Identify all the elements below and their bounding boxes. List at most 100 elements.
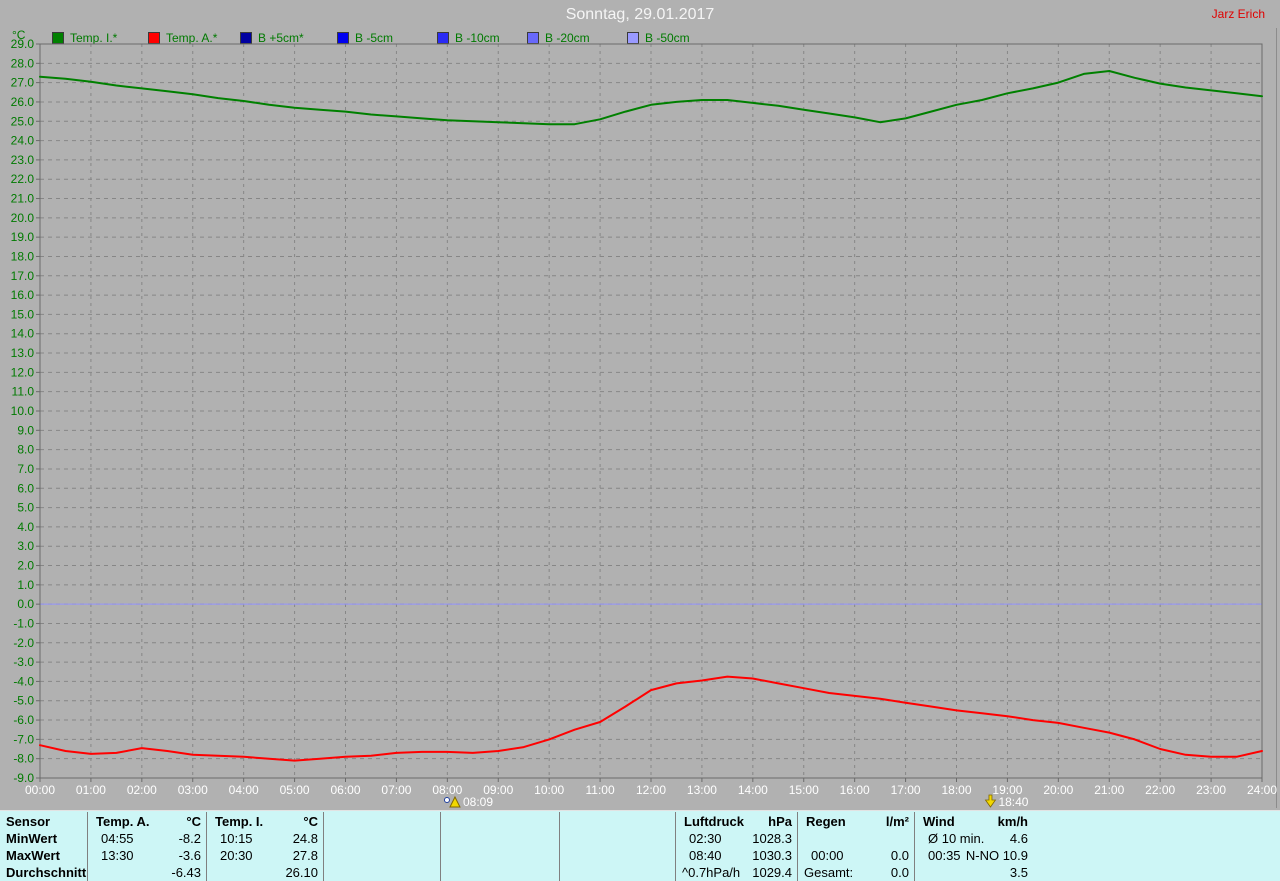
stats-row <box>441 847 559 864</box>
stats-row <box>798 830 914 847</box>
stats-row <box>324 813 440 830</box>
stats-col-unit: km/h <box>997 814 1028 829</box>
x-tick-label: 17:00 <box>891 783 921 797</box>
x-tick-label: 14:00 <box>738 783 768 797</box>
stats-panel: Sensor MinWert MaxWert Durchschnitt Temp. A.… <box>0 810 1280 881</box>
stats-cell-value: 27.8 <box>292 848 318 863</box>
stats-row: 20:30 27.8 <box>207 847 323 864</box>
stats-row: Temp. I. °C <box>207 813 323 830</box>
y-tick-label: 27.0 <box>11 76 35 90</box>
stats-cell-value: 26.10 <box>285 865 318 880</box>
y-tick-label: -4.0 <box>13 674 34 688</box>
temperature-day-chart: 29.0 28.0 27.0 26.0 25.0 24.0 23.0 22.0 21.0 20.0… <box>11 28 1277 809</box>
stats-row: 00:00 0.0 <box>798 847 914 864</box>
y-tick-label: 5.0 <box>17 501 34 515</box>
y-tick-label: 28.0 <box>11 56 35 70</box>
y-tick-label: -6.0 <box>13 713 34 727</box>
x-tick-label: 11:00 <box>586 783 615 797</box>
stats-row: Ø 10 min. 4.6 <box>915 830 1033 847</box>
stats-row <box>441 864 559 881</box>
y-tick-label: -3.0 <box>13 655 34 669</box>
stats-cell-value: 1030.3 <box>752 848 792 863</box>
stats-cell-time: 13:30 <box>101 848 134 863</box>
stats-row <box>324 830 440 847</box>
y-tick-label: 1.0 <box>17 578 34 592</box>
y-tick-label: 8.0 <box>17 443 34 457</box>
stats-col-row-labels: Sensor MinWert MaxWert Durchschnitt <box>0 812 87 881</box>
y-tick-label: -8.0 <box>13 752 34 766</box>
stats-col-unit: hPa <box>768 814 792 829</box>
stats-row: Luftdruck hPa <box>676 813 797 830</box>
sunrise-time-label: 08:09 <box>463 795 493 809</box>
stats-cell-time: Gesamt: <box>804 865 854 880</box>
y-tick-label: 4.0 <box>17 520 34 534</box>
stats-cell-time: 20:30 <box>220 848 253 863</box>
x-tick-label: 12:00 <box>636 783 666 797</box>
y-tick-label: 21.0 <box>11 192 35 206</box>
stats-cell-time: 00:35 <box>928 848 961 863</box>
x-tick-label: 18:00 <box>941 783 971 797</box>
stats-row: 10:15 24.8 <box>207 830 323 847</box>
stats-row: -6.43 <box>88 864 206 881</box>
y-tick-label: 0.0 <box>17 597 34 611</box>
stats-row: Regen l/m² <box>798 813 914 830</box>
stats-row <box>560 864 675 881</box>
y-tick-label: 29.0 <box>11 37 35 51</box>
stats-col-wind: Wind km/h Ø 10 min. 4.6 00:35 N-NO 10.9 3.5 <box>914 812 1033 881</box>
x-tick-label: 24:00 <box>1247 783 1277 797</box>
x-tick-label: 08:00 <box>432 783 462 797</box>
y-tick-label: -5.0 <box>13 694 34 708</box>
y-tick-label: 7.0 <box>17 462 34 476</box>
y-tick-label: 18.0 <box>11 249 35 263</box>
y-tick-label: -7.0 <box>13 732 34 746</box>
stats-cell-value: N-NO 10.9 <box>965 848 1028 863</box>
stats-row: MinWert <box>0 830 87 847</box>
stats-cell-time: 02:30 <box>689 831 722 846</box>
x-tick-label: 06:00 <box>330 783 360 797</box>
sunrise-dot-icon <box>443 797 450 803</box>
stats-row: 04:55 -8.2 <box>88 830 206 847</box>
x-tick-label: 23:00 <box>1196 783 1226 797</box>
x-tick-label: 10:00 <box>534 783 564 797</box>
x-tick-label: 15:00 <box>789 783 819 797</box>
y-tick-label: 22.0 <box>11 172 35 186</box>
stats-row: Gesamt: 0.0 <box>798 864 914 881</box>
stats-row <box>560 813 675 830</box>
stats-col-luftdruck: Luftdruck hPa 02:30 1028.3 08:40 1030.3 ^0.7hP… <box>675 812 797 881</box>
stats-col-empty-4 <box>440 812 559 881</box>
y-tick-label: 25.0 <box>11 114 35 128</box>
x-tick-label: 07:00 <box>381 783 411 797</box>
y-tick-label: 10.0 <box>11 404 35 418</box>
y-tick-label: -2.0 <box>13 636 34 650</box>
stats-row <box>560 830 675 847</box>
x-tick-label: 04:00 <box>229 783 259 797</box>
stats-cell-value: 3.5 <box>1009 865 1028 880</box>
stats-col-unit: °C <box>303 814 318 829</box>
stats-cell-value: 0.0 <box>890 865 909 880</box>
stats-cell-value: 1029.4 <box>752 865 792 880</box>
stats-cell-time: 08:40 <box>689 848 722 863</box>
y-tick-label: 9.0 <box>17 423 34 437</box>
y-tick-label: 16.0 <box>11 288 35 302</box>
y-tick-label: 13.0 <box>11 346 35 360</box>
sunrise-icon <box>449 795 461 808</box>
x-tick-label: 03:00 <box>178 783 208 797</box>
stats-col-header: Luftdruck <box>684 814 744 829</box>
stats-col-header: Temp. A. <box>96 814 150 829</box>
stats-cell-value: -8.2 <box>178 831 201 846</box>
stats-cell-value: 1028.3 <box>752 831 792 846</box>
y-tick-label: 3.0 <box>17 539 34 553</box>
stats-cell-time: 10:15 <box>220 831 253 846</box>
weather-logger-window: Sonntag, 29.01.2017 Jarz Erich °C Temp. … <box>0 0 1280 881</box>
y-tick-label: 24.0 <box>11 134 35 148</box>
y-tick-label: 17.0 <box>11 269 35 283</box>
stats-col-regen: Regen l/m² 00:00 0.0 Gesamt: 0.0 <box>797 812 914 881</box>
stats-row: 3.5 <box>915 864 1033 881</box>
stats-row: Durchschnitt <box>0 864 87 881</box>
stats-col-header: Temp. I. <box>215 814 264 829</box>
x-tick-label: 16:00 <box>840 783 870 797</box>
stats-row: ^0.7hPa/h 1029.4 <box>676 864 797 881</box>
y-tick-label: 12.0 <box>11 365 35 379</box>
stats-col-empty-5 <box>559 812 675 881</box>
stats-row: 26.10 <box>207 864 323 881</box>
